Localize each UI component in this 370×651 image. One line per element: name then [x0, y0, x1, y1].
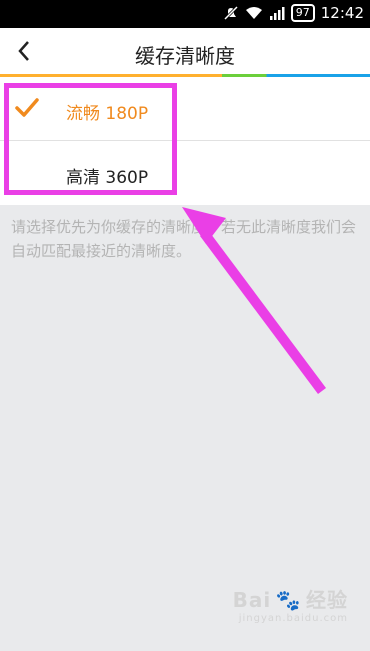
watermark-url: jingyan.baidu.com [238, 613, 348, 624]
annotation-arrow [182, 207, 326, 394]
watermark: Bai 🐾 经验 jingyan.baidu.com [233, 590, 348, 627]
watermark-brand: Bai [232, 588, 272, 612]
watermark-brand-suffix: 经验 [306, 588, 348, 612]
watermark-paw-icon: 🐾 [275, 588, 302, 612]
